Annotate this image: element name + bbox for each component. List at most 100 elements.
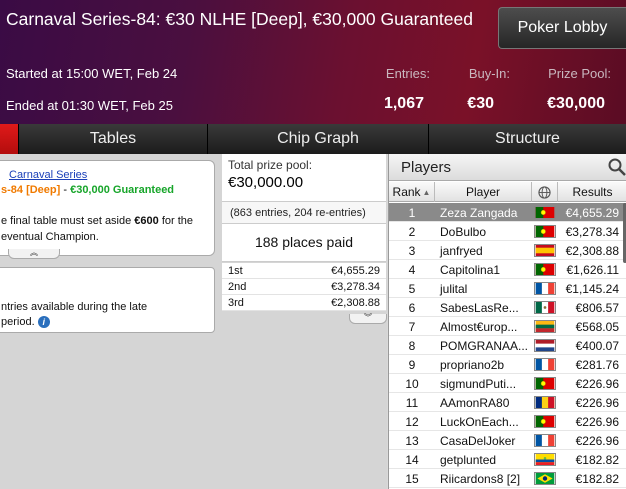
globe-icon (538, 185, 551, 199)
player-row[interactable]: 5 julital €1,145.24 (389, 279, 626, 298)
portugal-flag-icon (534, 263, 556, 276)
players-header: Players (389, 154, 626, 181)
player-rank: 6 (408, 300, 416, 315)
entries-note: (863 entries, 204 re-entries) (222, 202, 386, 224)
country-flag-icon (532, 393, 558, 412)
tab-chip-graph[interactable]: Chip Graph (208, 124, 429, 154)
player-name: LuckOnEach... (440, 414, 519, 429)
tournament-header: Carnaval Series-84: €30 NLHE [Deep], €30… (0, 0, 626, 124)
player-row[interactable]: 4 Capitolina1 €1,626.11 (389, 260, 626, 279)
country-flag-icon (532, 203, 558, 222)
end-time: Ended at 01:30 WET, Feb 25 (6, 98, 173, 113)
collapse-info-button[interactable]: ︽ (8, 249, 60, 259)
subtitle-separator: - (60, 184, 71, 196)
player-result: €3,278.34 (565, 224, 619, 239)
player-name: getplunted (440, 452, 497, 467)
player-name: Zeza Zangada (440, 205, 518, 220)
tab-tables[interactable]: Tables (19, 124, 208, 154)
series-link[interactable]: Carnaval Series (9, 169, 87, 181)
netherlands-flag-icon (534, 339, 556, 352)
payout-amount: €2,308.88 (331, 297, 380, 309)
player-rank: 8 (408, 338, 416, 353)
player-name: janfryed (440, 243, 483, 258)
player-rank: 1 (408, 205, 416, 220)
player-row[interactable]: 1 Zeza Zangada €4,655.29 (389, 203, 626, 222)
mexico-flag-icon (534, 301, 556, 314)
player-row[interactable]: 13 CasaDelJoker €226.96 (389, 431, 626, 450)
entries-label: Entries: (385, 66, 430, 81)
player-row[interactable]: 7 Almost€urop... €568.05 (389, 317, 626, 336)
payout-place: 2nd (228, 281, 247, 293)
player-rank: 11 (405, 395, 419, 410)
player-name: Riicardons8 [2] (440, 471, 521, 486)
player-name: sigmundPuti... (440, 376, 517, 391)
player-row[interactable]: 2 DoBulbo €3,278.34 (389, 222, 626, 241)
champion-note: e final table must set aside €600 for th… (1, 213, 193, 245)
search-icon[interactable] (607, 157, 626, 177)
player-row[interactable]: 6 SabesLasRe... €806.57 (389, 298, 626, 317)
prizepool-value: €30,000 (547, 95, 605, 112)
spain-flag-icon (534, 244, 556, 257)
tab-structure[interactable]: Structure (429, 124, 626, 154)
payout-table: 1st €4,655.29 2nd €3,278.34 3rd €2,308.8… (222, 263, 386, 311)
france-flag-icon (534, 434, 556, 447)
poker-lobby-button[interactable]: Poker Lobby (498, 7, 626, 49)
player-name: propriano2b (440, 357, 505, 372)
france-flag-icon (534, 282, 556, 295)
player-row[interactable]: 11 AAmonRA80 €226.96 (389, 393, 626, 412)
player-result: €226.96 (575, 376, 619, 391)
player-name: DoBulbo (440, 224, 487, 239)
info-icon[interactable]: i (37, 316, 50, 328)
player-row[interactable]: 9 propriano2b €281.76 (389, 355, 626, 374)
total-prize-value: €30,000.00 (228, 174, 304, 191)
expand-payouts-button[interactable]: ︾ (349, 314, 387, 324)
player-row[interactable]: 10 sigmundPuti... €226.96 (389, 374, 626, 393)
player-result: €2,308.88 (565, 243, 619, 258)
late-reg-note: ntries available during the late period.… (1, 300, 147, 330)
player-rank: 13 (405, 433, 419, 448)
buyin-value: €30 (467, 95, 494, 112)
buyin-label: Buy-In: (468, 66, 510, 81)
player-name: CasaDelJoker (440, 433, 516, 448)
tournament-title: Carnaval Series-84: €30 NLHE [Deep], €30… (6, 9, 473, 29)
rank-column-header[interactable]: Rank ▲ (389, 182, 435, 202)
romania-flag-icon (534, 396, 556, 409)
total-prize-label: Total prize pool: (228, 158, 313, 172)
player-row[interactable]: 15 Riicardons8 [2] €182.82 (389, 469, 626, 488)
player-result: €226.96 (575, 395, 619, 410)
player-row[interactable]: 14 getplunted €182.82 (389, 450, 626, 469)
player-rank: 2 (408, 224, 416, 239)
portugal-flag-icon (534, 377, 556, 390)
player-rank: 3 (408, 243, 416, 258)
player-rank: 12 (405, 414, 419, 429)
country-flag-icon (532, 241, 558, 260)
player-result: €182.82 (575, 471, 619, 486)
ecuador-flag-icon (534, 453, 556, 466)
country-flag-icon (532, 374, 558, 393)
prizepool-label: Prize Pool: (548, 66, 611, 81)
country-flag-icon (532, 355, 558, 374)
payout-place: 1st (228, 265, 243, 277)
payout-row: 1st €4,655.29 (222, 263, 386, 279)
country-column-header[interactable] (532, 182, 558, 202)
results-column-header[interactable]: Results (558, 182, 626, 202)
total-prize-box: Total prize pool: €30,000.00 (222, 154, 386, 202)
player-result: €806.57 (575, 300, 619, 315)
player-row[interactable]: 3 janfryed €2,308.88 (389, 241, 626, 260)
payout-amount: €4,655.29 (331, 265, 380, 277)
player-result: €1,626.11 (566, 262, 620, 277)
player-column-header[interactable]: Player (435, 182, 532, 202)
player-result: €226.96 (575, 414, 619, 429)
player-list: 1 Zeza Zangada €4,655.29 2 DoBulbo €3,278.34 3… (389, 203, 626, 488)
payout-place: 3rd (228, 297, 244, 309)
country-flag-icon (532, 469, 558, 488)
player-row[interactable]: 8 POMGRANAA... €400.07 (389, 336, 626, 355)
player-result: €281.76 (575, 357, 619, 372)
players-pane: Players Rank ▲ Player Results 1 Zeza Zanga… (388, 154, 626, 489)
player-row[interactable]: 12 LuckOnEach... €226.96 (389, 412, 626, 431)
country-flag-icon (532, 431, 558, 450)
info-pane: Carnaval Series s-84 [Deep] - €30,000 Gu… (0, 154, 221, 489)
country-flag-icon (532, 260, 558, 279)
tab-info[interactable] (0, 124, 19, 154)
sort-asc-icon: ▲ (422, 187, 431, 197)
